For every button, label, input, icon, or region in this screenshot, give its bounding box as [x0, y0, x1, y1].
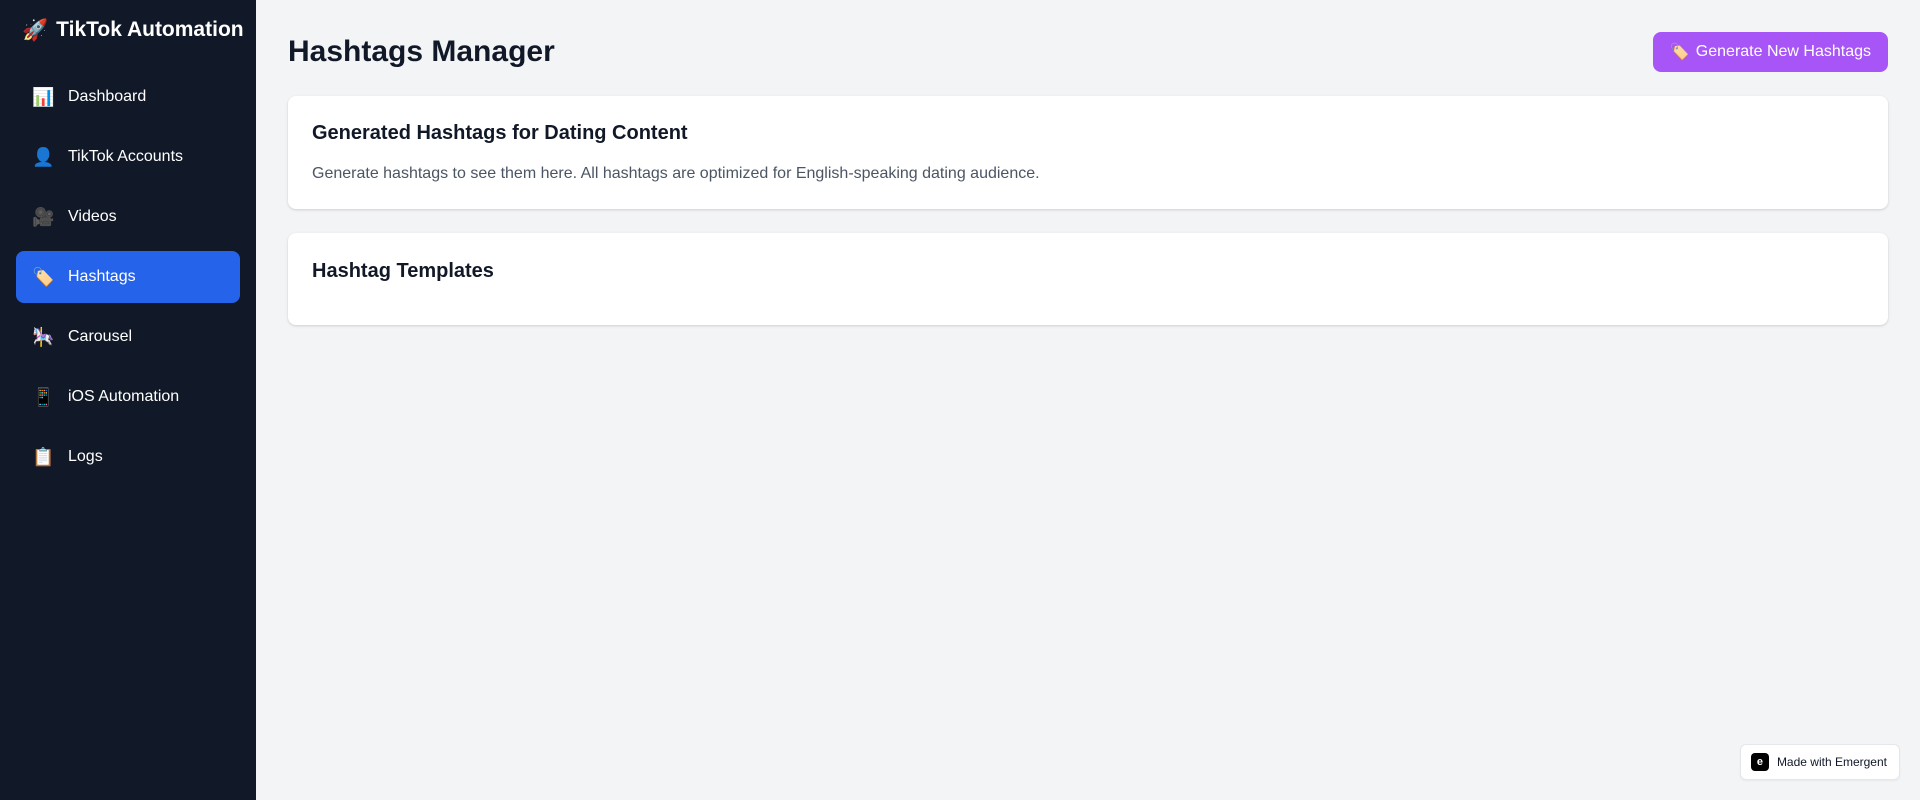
brand-title: TikTok Automation: [56, 18, 244, 41]
sidebar-item-videos[interactable]: 🎥 Videos: [16, 191, 240, 243]
emergent-logo-icon: e: [1750, 753, 1769, 771]
generate-hashtags-label: Generate New Hashtags: [1695, 43, 1871, 60]
generated-hashtags-empty-text: Generate hashtags to see them here. All …: [312, 165, 1040, 182]
bar-chart-icon: 📊: [32, 87, 55, 107]
main-content: Hashtags Manager 🏷️ Generate New Hashtag…: [256, 0, 1920, 800]
app-shell: 🚀 TikTok Automation 📊 Dashboard 👤 TikTok…: [0, 0, 1920, 800]
sidebar-item-ios-automation[interactable]: 📱 iOS Automation: [16, 371, 240, 423]
sidebar-nav: 📊 Dashboard 👤 TikTok Accounts 🎥 Videos 🏷…: [0, 71, 256, 483]
sidebar-item-label: Videos: [68, 208, 117, 225]
brand[interactable]: 🚀 TikTok Automation: [0, 0, 256, 60]
sidebar-item-logs[interactable]: 📋 Logs: [16, 431, 240, 483]
user-icon: 👤: [32, 147, 55, 167]
made-with-emergent-badge[interactable]: e Made with Emergent: [1739, 744, 1900, 780]
mobile-phone-icon: 📱: [32, 387, 55, 407]
page-title: Hashtags Manager: [288, 35, 555, 68]
sidebar-item-label: iOS Automation: [68, 388, 180, 405]
generated-hashtags-card: Generated Hashtags for Dating Content Ge…: [288, 96, 1888, 209]
rocket-icon: 🚀: [22, 18, 49, 42]
sidebar-item-label: Carousel: [68, 328, 133, 345]
sidebar-item-tiktok-accounts[interactable]: 👤 TikTok Accounts: [16, 131, 240, 183]
sidebar-item-label: Dashboard: [68, 88, 147, 105]
clipboard-icon: 📋: [32, 447, 55, 467]
carousel-icon: 🎠: [32, 327, 55, 347]
video-camera-icon: 🎥: [32, 207, 55, 227]
sidebar-item-dashboard[interactable]: 📊 Dashboard: [16, 71, 240, 123]
page-header: Hashtags Manager 🏷️ Generate New Hashtag…: [288, 32, 1888, 72]
hashtag-templates-card: Hashtag Templates: [288, 233, 1888, 325]
sidebar-item-label: Hashtags: [68, 268, 136, 285]
sidebar-item-label: TikTok Accounts: [68, 148, 184, 165]
tag-icon: 🏷️: [1669, 44, 1690, 61]
sidebar-item-label: Logs: [68, 448, 103, 465]
tag-icon: 🏷️: [32, 267, 55, 287]
generate-hashtags-button[interactable]: 🏷️ Generate New Hashtags: [1652, 32, 1888, 72]
sidebar-item-carousel[interactable]: 🎠 Carousel: [16, 311, 240, 363]
sidebar: 🚀 TikTok Automation 📊 Dashboard 👤 TikTok…: [0, 0, 256, 800]
sidebar-item-hashtags[interactable]: 🏷️ Hashtags: [16, 251, 240, 303]
generated-hashtags-title: Generated Hashtags for Dating Content: [312, 122, 688, 144]
hashtag-templates-title: Hashtag Templates: [312, 260, 494, 282]
made-with-label: Made with Emergent: [1776, 755, 1887, 769]
